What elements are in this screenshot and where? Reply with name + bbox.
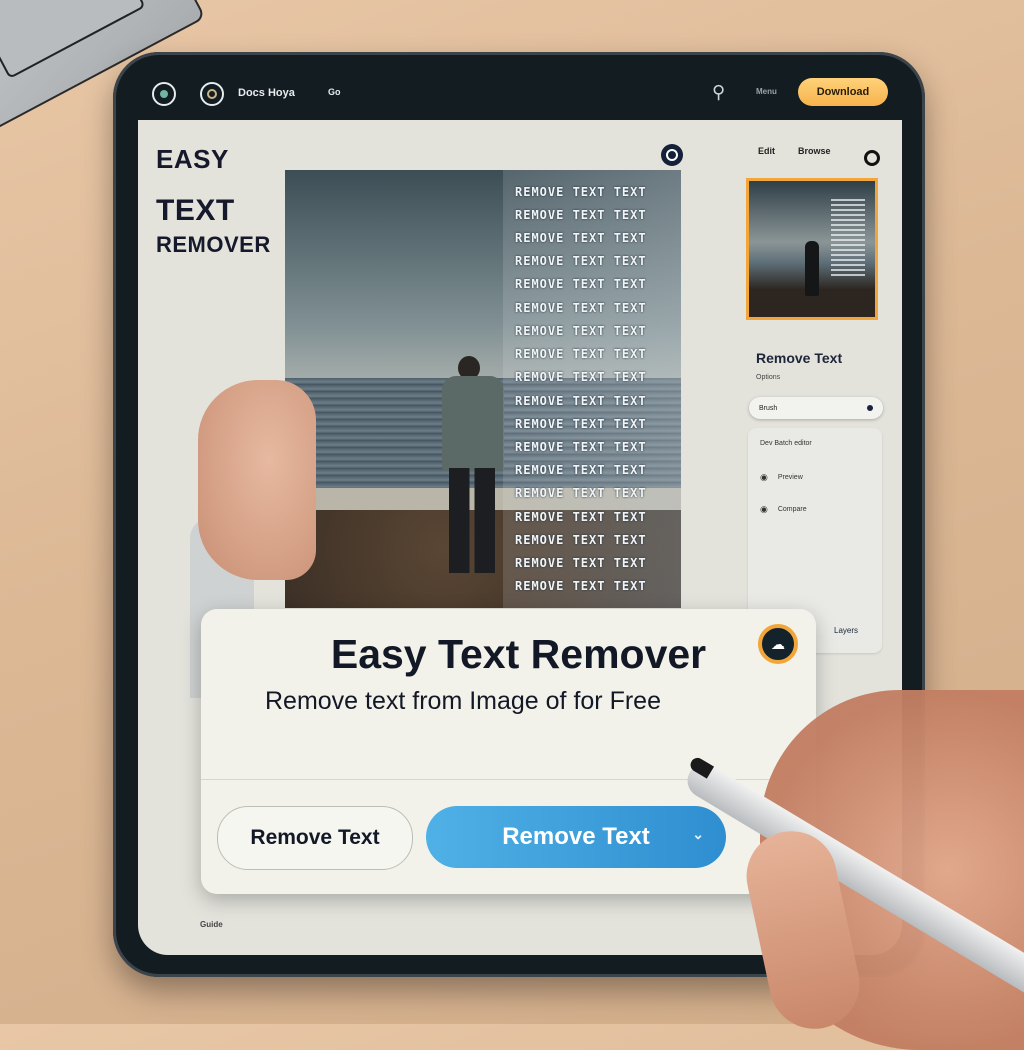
user-icon[interactable]: ⚲ xyxy=(712,82,725,103)
overlay-text-line: REMOVE TEXT TEXT xyxy=(515,231,647,246)
thumbnail-text-overlay xyxy=(831,199,865,279)
panel-subtitle: Options xyxy=(756,374,781,381)
overlay-text-line: REMOVE TEXT TEXT xyxy=(515,300,647,315)
list-item[interactable]: ◉ Preview xyxy=(760,472,803,483)
select-indicator-icon xyxy=(867,405,873,411)
overlay-text-line: REMOVE TEXT TEXT xyxy=(515,277,647,292)
guide-label[interactable]: Guide xyxy=(200,920,223,929)
tool-select-value: Brush xyxy=(759,404,778,412)
overlay-text-line: REMOVE TEXT TEXT xyxy=(515,440,647,455)
list-header: Dev Batch editor xyxy=(760,440,812,447)
chevron-down-icon[interactable]: ⌄ xyxy=(692,826,704,843)
overlay-text-line: REMOVE TEXT TEXT xyxy=(515,509,647,524)
primary-button-label: Remove Text xyxy=(502,823,650,850)
browse-link[interactable]: Browse xyxy=(798,146,831,156)
logo-line-1: EASY xyxy=(156,144,229,174)
image-thumbnail[interactable] xyxy=(746,178,878,320)
dialog-title: Easy Text Remover xyxy=(330,631,707,677)
dialog-card: Easy Text Remover Remove text from Image… xyxy=(201,609,816,894)
panel-title: Remove Text xyxy=(756,350,843,366)
overlay-text-line: REMOVE TEXT TEXT xyxy=(515,579,647,594)
eye-icon: ◉ xyxy=(760,504,768,514)
overlay-text-line: REMOVE TEXT TEXT xyxy=(515,416,647,431)
photo-person-legs xyxy=(449,468,495,573)
overlay-text-line: REMOVE TEXT TEXT xyxy=(515,254,647,269)
overlay-text-line: REMOVE TEXT TEXT xyxy=(515,486,647,501)
thumbnail-person xyxy=(805,241,819,296)
overlay-text-line: REMOVE TEXT TEXT xyxy=(515,393,647,408)
settings-dot-icon[interactable] xyxy=(864,150,880,166)
list-item-label: Compare xyxy=(777,506,807,513)
remove-text-primary-button[interactable]: Remove Text ⌄ xyxy=(426,806,726,868)
download-button[interactable]: Download xyxy=(798,78,888,106)
tool-select[interactable]: Brush xyxy=(749,397,883,419)
camera-icon[interactable] xyxy=(661,144,683,166)
cloud-upload-icon[interactable]: ☁ xyxy=(758,624,798,664)
list-item[interactable]: ◉ Compare xyxy=(760,504,807,515)
menu-link[interactable]: Menu xyxy=(756,87,777,96)
nav-link-docs[interactable]: Docs Hoya xyxy=(238,87,295,99)
logo-line-3: REMOVER xyxy=(156,232,271,257)
left-hand xyxy=(198,380,316,580)
list-item-label: Preview xyxy=(777,474,803,481)
overlay-text-line: REMOVE TEXT TEXT xyxy=(515,323,647,338)
refresh-icon[interactable] xyxy=(200,82,224,106)
app-home-icon[interactable] xyxy=(152,82,176,106)
overlay-text-line: REMOVE TEXT TEXT xyxy=(515,532,647,547)
eye-icon: ◉ xyxy=(760,472,768,482)
list-header-label: Dev Batch editor xyxy=(760,440,812,447)
image-preview[interactable]: REMOVE TEXT TEXT REMOVE TEXT TEXT REMOVE T… xyxy=(285,170,681,608)
overlay-text-line: REMOVE TEXT TEXT xyxy=(515,370,647,385)
overlay-text-line: REMOVE TEXT TEXT xyxy=(515,347,647,362)
edit-link[interactable]: Edit xyxy=(758,146,775,156)
nav-link-go[interactable]: Go xyxy=(328,87,341,97)
text-overlay-region[interactable]: REMOVE TEXT TEXT REMOVE TEXT TEXT REMOVE T… xyxy=(503,170,681,608)
overlay-text-line: REMOVE TEXT TEXT xyxy=(515,207,647,222)
layers-label: Layers xyxy=(834,626,859,635)
dialog-subtitle: Remove text from Image of for Free xyxy=(265,687,661,715)
top-bar: Docs Hoya Go ⚲ Menu Download xyxy=(130,70,906,118)
logo-line-2: TEXT xyxy=(156,194,235,227)
overlay-text-line: REMOVE TEXT TEXT xyxy=(515,463,647,478)
overlay-text-line: REMOVE TEXT TEXT xyxy=(515,184,647,199)
photo-person-body xyxy=(442,376,504,471)
overlay-text-line: REMOVE TEXT TEXT xyxy=(515,556,647,571)
remove-text-secondary-button[interactable]: Remove Text xyxy=(217,806,413,870)
